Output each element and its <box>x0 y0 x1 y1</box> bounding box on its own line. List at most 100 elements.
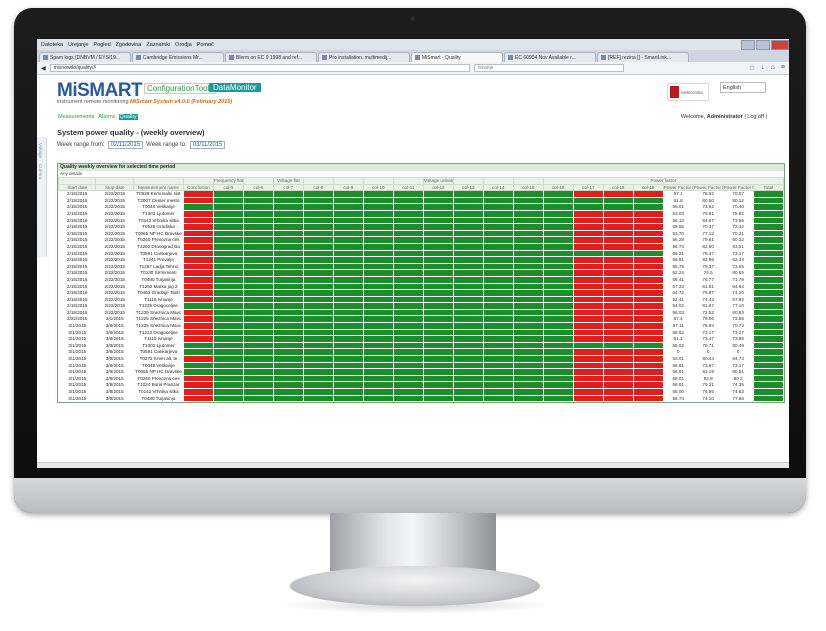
table-row[interactable]: 2/15/2015 2/22/2015 T0463 Gradisje Tanti 54… <box>57 289 785 297</box>
table-row[interactable]: 2/15/2015 2/22/2015 T1225 Dragoceljne 54.02… <box>57 302 785 310</box>
nav-configuration-tools[interactable]: ConfigurationTools <box>144 83 217 94</box>
table-row[interactable]: 2/15/2015 2/22/2015 T2007 Center mesto 51.8… <box>57 196 785 205</box>
browser-tab[interactable]: Cambridge Emissions Mr... <box>132 52 224 62</box>
table-row[interactable]: 2/15/2015 2/22/2015 T1235 Sneznica Mavc 56.… <box>57 308 785 317</box>
table-row[interactable]: 2/15/2015 2/22/2015 T1115 Ivnanje 52.41 74.4… <box>57 295 785 304</box>
browser-menu-item[interactable]: Zaznamki <box>146 42 170 48</box>
table-column-header[interactable]: col-11 <box>392 183 424 192</box>
table-row[interactable]: 2/15/2015 2/22/2015 T1267 Ladja Tehno 55.75… <box>57 262 785 271</box>
table-column-header[interactable]: Power Factor L2 <box>692 183 724 192</box>
table-row[interactable]: 3/1/2015 3/8/2015 T0065 NP HC Dravske 56.91… <box>57 368 785 376</box>
table-column-header[interactable]: col-17 <box>572 183 604 192</box>
power-factor-cell: 78.37 <box>692 249 724 258</box>
subnav-quality[interactable]: Quality <box>118 114 138 120</box>
table-column-header[interactable]: col-9 <box>332 183 364 192</box>
table-column-header[interactable]: Start date <box>57 183 97 192</box>
download-icon[interactable]: ↓ <box>761 64 765 72</box>
table-row[interactable]: 2/15/2015 2/22/2015 T0528 Komunalni sist 57… <box>57 190 785 198</box>
table-column-header[interactable]: col-19 <box>632 183 664 192</box>
power-factor-cell: 82.8 <box>692 374 724 383</box>
search-input[interactable]: Iskanje <box>473 64 624 72</box>
status-ok-cell <box>452 236 484 244</box>
table-column-header[interactable]: col-6 <box>242 183 274 192</box>
table-row[interactable]: 2/22/2015 3/1/2015 T1225 Sneznica Mavc 67.4… <box>57 315 785 324</box>
table-row[interactable]: 3/1/2015 3/8/2015 T0142 Vrhnika sitka 55.00… <box>57 388 785 396</box>
table-column-header[interactable]: col-5 <box>212 183 244 192</box>
table-row[interactable]: 2/15/2015 2/22/2015 T1241 Prevalje 59.81 82.… <box>57 256 785 264</box>
table-row[interactable]: 3/1/2015 3/8/2015 T1024 Boris Pranzar 56.61… <box>57 381 785 389</box>
table-column-header[interactable]: Conclusion <box>182 183 214 192</box>
subnav-alarms[interactable]: Alarms <box>97 114 116 120</box>
table-row[interactable]: 2/15/2015 2/22/2015 T1260 Dravograd Ba 56.7… <box>57 242 785 251</box>
side-tab-current[interactable]: Current <box>38 164 43 179</box>
side-tab-voltage[interactable]: Voltage <box>38 143 43 158</box>
table-row[interactable]: 3/1/2015 3/8/2015 T0260 Prevozna ces 59.01 8… <box>57 374 785 383</box>
nav-data-monitor[interactable]: DataMonitor <box>209 83 261 92</box>
table-column-header[interactable]: col-13 <box>452 183 484 192</box>
minimize-icon[interactable] <box>741 39 755 50</box>
browser-menu-item[interactable]: Urejanje <box>68 42 88 48</box>
back-icon[interactable]: ◀ <box>41 65 46 72</box>
table-column-header[interactable]: col-14 <box>482 183 514 192</box>
table-row[interactable]: 3/1/2015 3/8/2015 T1223 Dragoceljne 58.52 73… <box>57 328 785 337</box>
browser-tab[interactable]: Blerm on EC 9 1998 and ref... <box>225 52 317 62</box>
range-from-input[interactable]: 02/11/2015 <box>107 141 144 149</box>
browser-tab[interactable]: [REF] rezina [] - SmartLink... <box>597 52 689 62</box>
table-row[interactable]: 3/1/2015 3/8/2015 T0480 Turjasinja 55.74 74.… <box>57 394 785 403</box>
table-column-header[interactable]: col-7 <box>272 183 304 192</box>
home-icon[interactable]: ⌂ <box>771 64 775 72</box>
status-ok-cell <box>452 322 484 330</box>
range-to-input[interactable]: 03/11/2015 <box>189 141 226 149</box>
close-icon[interactable] <box>771 39 789 50</box>
table-column-header[interactable]: Power Factor L3 <box>722 183 754 192</box>
table-column-header[interactable]: Measurement name <box>132 183 184 192</box>
table-row[interactable]: 2/15/2015 2/22/2015 T0142 Vrhnika sitka 56.… <box>57 216 785 225</box>
browser-tab[interactable]: Spam logs (DNBVM / EYS/19... <box>39 52 131 62</box>
table-row[interactable]: 2/15/2015 2/22/2015 T0048 Velikanje 55.01 73… <box>57 203 785 211</box>
browser-tab[interactable]: EC 60904 Nov Available r... <box>504 52 596 62</box>
table-column-header[interactable]: col-8 <box>302 183 334 192</box>
status-ok-cell <box>362 295 394 304</box>
table-column-header[interactable]: col-15 <box>512 183 544 192</box>
menu-icon[interactable]: ≡ <box>781 64 785 72</box>
horizontal-scrollbar[interactable] <box>37 462 789 468</box>
status-ok-cell <box>332 322 364 330</box>
table-row[interactable]: 2/15/2015 2/22/2015 T0528 Gradiska 59.55 70.… <box>57 223 785 231</box>
table-column-header[interactable]: Total <box>752 183 785 192</box>
status-ok-cell <box>272 368 304 376</box>
status-ok-cell <box>212 341 244 350</box>
table-row[interactable]: 2/15/2015 2/22/2015 T0591 Cankarjeva 56.21 7… <box>57 249 785 258</box>
star-icon[interactable]: ☆ <box>749 64 755 72</box>
table-row[interactable]: 2/15/2015 2/22/2015 T0260 Prevozna ces 56.2… <box>57 236 785 244</box>
table-row[interactable]: 2/15/2015 2/22/2015 T1262 Marka jug 2 57.23… <box>57 282 785 291</box>
table-column-header[interactable]: col-10 <box>362 183 394 192</box>
subnav-measurements[interactable]: Measurements <box>57 114 95 120</box>
table-row[interactable]: 3/1/2015 3/8/2015 T1235 Sneznica Mavc 57.11… <box>57 322 785 330</box>
table-column-header[interactable]: Stop date <box>95 183 134 192</box>
table-row[interactable]: 2/15/2015 2/22/2015 T0480 Turjasinja 56.41 7… <box>57 275 785 284</box>
browser-menu-item[interactable]: Orodja <box>175 42 192 48</box>
table-row[interactable]: 2/15/2015 2/22/2015 T0130 Strmimenti 52.24 7… <box>57 269 785 277</box>
browser-tab[interactable]: Pro installation, multimedij... <box>318 52 410 62</box>
browser-menu-item[interactable]: Datoteka <box>41 42 63 48</box>
url-input[interactable]: misnowdo/quality/# <box>49 64 470 72</box>
table-row[interactable]: 2/15/2015 2/22/2015 T1303 Ljutomer 53.03 79.… <box>57 209 785 218</box>
browser-menu-item[interactable]: Pogled <box>94 42 111 48</box>
table-row[interactable]: 2/15/2015 2/22/2015 T0065 NP HC Dravske 53.… <box>57 229 785 238</box>
table-row[interactable]: 3/1/2015 3/8/2015 T0591 Cankarjeva 0 0 0 <box>57 348 785 357</box>
language-select[interactable]: English <box>720 82 766 93</box>
table-column-header[interactable]: col-18 <box>602 183 634 192</box>
table-column-header[interactable]: col-12 <box>422 183 454 192</box>
browser-tab[interactable]: MiSmart - Quality <box>411 52 503 62</box>
table-column-header[interactable]: col-16 <box>542 183 574 192</box>
table-column-header[interactable]: Power Factor L1 <box>662 183 694 192</box>
status-ok-cell <box>422 256 454 264</box>
browser-menu-item[interactable]: Pomoč <box>197 42 214 48</box>
table-row[interactable]: 3/1/2015 3/8/2015 T1115 Ivnanje 51.1 73.47 73… <box>57 335 785 343</box>
table-row[interactable]: 3/1/2015 3/8/2015 T0272 Krem alt. te 53.01 8… <box>57 355 785 363</box>
table-row[interactable]: 3/1/2015 3/8/2015 T1302 Ljutomer 55.02 79.71… <box>57 341 785 350</box>
maximize-icon[interactable] <box>756 39 770 50</box>
table-row[interactable]: 3/1/2015 3/8/2015 T0048 Velikanje 56.91 73.6… <box>57 361 785 370</box>
browser-menu-item[interactable]: Zgodovina <box>116 42 142 48</box>
logout-link[interactable]: Log off <box>747 114 764 120</box>
